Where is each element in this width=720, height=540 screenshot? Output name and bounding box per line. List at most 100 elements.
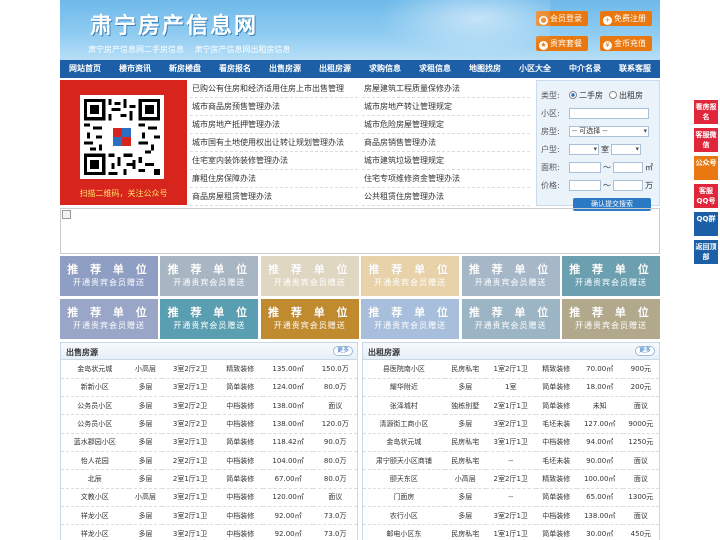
- table-row[interactable]: 金岛状元城 民房私宅 3室1厅1卫 中档装修 94.00㎡ 1250元: [363, 433, 659, 452]
- news-item[interactable]: 房屋建筑工程质量保修办法: [362, 80, 530, 98]
- news-item[interactable]: 住宅专项维修资金管理办法: [362, 170, 530, 188]
- table-row[interactable]: 文教小区 小高层 3室2厅1卫 中档装修 120.00㎡ 面议: [61, 488, 357, 507]
- nav-for-rent[interactable]: 出租房源: [310, 60, 360, 78]
- table-row[interactable]: 邮电小区东 民房私宅 1室1厅1卫 简单装修 30.00㎡ 450元: [363, 524, 659, 540]
- rent-list-header: 出租房源 更多: [363, 343, 659, 360]
- nav-new-homes[interactable]: 新房楼盘: [160, 60, 210, 78]
- layout-select-2[interactable]: [611, 143, 641, 155]
- type-label: 类型:: [541, 90, 560, 100]
- news-item[interactable]: 廉租住房保障办法: [190, 170, 358, 188]
- recommend-slot[interactable]: 推 荐 单 位开通贵宾会员赠送: [60, 256, 158, 296]
- recommend-slot-title: 推 荐 单 位: [167, 263, 252, 276]
- recommend-slot[interactable]: 推 荐 单 位开通贵宾会员赠送: [160, 256, 259, 296]
- news-item[interactable]: 城市危险房屋管理规定: [362, 116, 530, 134]
- table-row[interactable]: 公务员小区 多层 3室2厅2卫 中档装修 138.00㎡ 面议: [61, 396, 357, 416]
- table-row[interactable]: 农行小区 多层 3室2厅1卫 中档装修 138.00㎡ 面议: [363, 506, 659, 526]
- recommend-slot[interactable]: 推 荐 单 位开通贵宾会员赠送: [561, 299, 660, 339]
- recommend-slot[interactable]: 推 荐 单 位开通贵宾会员赠送: [260, 256, 359, 296]
- side-viewing-signup-button[interactable]: 看房报名: [694, 100, 718, 124]
- site-title[interactable]: 肃宁房产信息网: [90, 8, 258, 40]
- table-cell: 30.00㎡: [576, 524, 623, 540]
- side-qq-button[interactable]: 客服QQ号: [694, 184, 718, 208]
- register-button[interactable]: + 免费注册: [600, 11, 652, 26]
- nav-want-buy[interactable]: 求购信息: [360, 60, 410, 78]
- news-item[interactable]: 已购公有住房和经济适用住房上市出售管理: [190, 80, 358, 98]
- table-row[interactable]: 县医院南小区 民房私宅 1室2厅1卫 精致装修 70.00㎡ 900元: [363, 360, 659, 379]
- table-row[interactable]: 怡人花园 多层 2室2厅1卫 中档装修 104.00㎡ 80.0万: [61, 451, 357, 471]
- table-cell: 2室1厅1卫: [162, 469, 218, 489]
- table-row[interactable]: 公务员小区 多层 3室2厅2卫 中档装修 138.00㎡ 120.0万: [61, 414, 357, 434]
- side-back-to-top-button[interactable]: 返回顶部: [694, 240, 718, 264]
- news-item[interactable]: 城市国有土地使用权出让转让规划管理办法: [190, 134, 358, 152]
- area-min-input[interactable]: [569, 161, 601, 173]
- news-item[interactable]: 城市房地产抵押管理办法: [190, 116, 358, 134]
- table-row[interactable]: 北辰 多层 2室1厅1卫 简单装修 67.00㎡ 80.0万: [61, 469, 357, 489]
- recommend-slot[interactable]: 推 荐 单 位开通贵宾会员赠送: [260, 299, 359, 339]
- recommend-slot[interactable]: 推 荐 单 位开通贵宾会员赠送: [461, 256, 560, 296]
- layout-select[interactable]: [569, 143, 599, 155]
- news-item[interactable]: 城市商品房预售管理办法: [190, 98, 358, 116]
- table-row[interactable]: 祥龙小区 多层 3室2厅1卫 中档装修 92.00㎡ 73.0万: [61, 524, 357, 540]
- recommend-slot-subtitle: 开通贵宾会员赠送: [574, 278, 647, 287]
- subtitle-rent[interactable]: 肃宁房产信息网出租房信息: [195, 45, 291, 54]
- table-cell: 1室2厅1卫: [485, 360, 536, 379]
- recommend-slot[interactable]: 推 荐 单 位开通贵宾会员赠送: [461, 299, 560, 339]
- nav-for-sale[interactable]: 出售房源: [260, 60, 310, 78]
- recommend-slot[interactable]: 推 荐 单 位开通贵宾会员赠送: [60, 299, 158, 339]
- radio-rent[interactable]: [609, 91, 617, 99]
- table-cell: 多层: [128, 378, 163, 398]
- coin-icon: ¥: [603, 41, 612, 50]
- news-item[interactable]: 商品房屋租赁管理办法: [190, 188, 358, 206]
- recommend-slot[interactable]: 推 荐 单 位开通贵宾会员赠送: [160, 299, 259, 339]
- house-type-select[interactable]: -- 可选择 --: [569, 125, 649, 137]
- news-item[interactable]: 城市建筑垃圾管理规定: [362, 152, 530, 170]
- table-cell: 65.00㎡: [576, 488, 623, 507]
- side-qq-group-button[interactable]: QQ群: [694, 212, 718, 236]
- table-row[interactable]: 肃宁颐天小区商铺 民房私宅 -- 毛坯未装 90.00㎡ 面议: [363, 451, 659, 471]
- recommend-slot[interactable]: 推 荐 单 位开通贵宾会员赠送: [361, 299, 460, 339]
- recommend-slot[interactable]: 推 荐 单 位开通贵宾会员赠送: [561, 256, 660, 296]
- nav-want-rent[interactable]: 求租信息: [410, 60, 460, 78]
- side-wechat-button[interactable]: 客服微信: [694, 128, 718, 152]
- table-cell: 祥龙小区: [61, 524, 129, 540]
- table-row[interactable]: 蓝水郡园小区 多层 3室2厅1卫 简单装修 118.42㎡ 90.0万: [61, 433, 357, 452]
- price-max-input[interactable]: [613, 179, 643, 191]
- nav-map[interactable]: 地图找房: [460, 60, 510, 78]
- news-item[interactable]: 住宅室内装饰装修管理办法: [190, 152, 358, 170]
- subtitle-sale[interactable]: 肃宁房产信息网二手房信息: [88, 45, 184, 54]
- table-row[interactable]: 耀华附近 多层 1室 简单装修 18.00㎡ 200元: [363, 378, 659, 398]
- table-row[interactable]: 祥龙小区 多层 3室2厅1卫 中档装修 92.00㎡ 73.0万: [61, 506, 357, 526]
- news-item[interactable]: 公共租赁住房管理办法: [362, 188, 530, 206]
- table-row[interactable]: 门面房 多层 -- 简单装修 65.00㎡ 1300元: [363, 488, 659, 507]
- table-row[interactable]: 金岛状元城 小高层 3室2厅2卫 精致装修 135.00㎡ 150.0万: [61, 360, 357, 379]
- table-row[interactable]: 颐天东区 小高层 2室2厅1卫 精致装修 100.00㎡ 面议: [363, 469, 659, 489]
- table-cell: 面议: [622, 451, 659, 471]
- table-cell: 多层: [128, 524, 163, 540]
- table-cell: 金岛状元城: [363, 433, 445, 452]
- sale-more-button[interactable]: 更多: [332, 346, 353, 356]
- nav-communities[interactable]: 小区大全: [510, 60, 560, 78]
- coin-recharge-button[interactable]: ¥ 金币充值: [600, 36, 652, 51]
- news-item[interactable]: 商品房销售管理办法: [362, 134, 530, 152]
- vip-package-button[interactable]: ★ 贵宾套餐: [536, 36, 588, 51]
- news-item[interactable]: 城市房地产转让管理规定: [362, 98, 530, 116]
- side-official-account-button[interactable]: 公众号: [694, 156, 718, 180]
- nav-home[interactable]: 网站首页: [60, 60, 110, 78]
- rent-more-button[interactable]: 更多: [634, 346, 655, 356]
- nav-support[interactable]: 联系客服: [610, 60, 660, 78]
- table-row[interactable]: 张泽城村 独栋别墅 2室1厅1卫 简单装修 未知 面议: [363, 396, 659, 416]
- layout-label: 户型:: [541, 144, 560, 154]
- banner-placeholder[interactable]: [60, 208, 660, 254]
- nav-news[interactable]: 楼市资讯: [110, 60, 160, 78]
- table-row[interactable]: 新新小区 多层 3室2厅1卫 简单装修 124.00㎡ 80.0万: [61, 378, 357, 398]
- nav-agents[interactable]: 中介名录: [560, 60, 610, 78]
- table-cell: 138.00㎡: [262, 396, 314, 416]
- community-input[interactable]: [569, 107, 649, 119]
- table-row[interactable]: 清源街工商小区 多层 3室2厅1卫 毛坯未装 127.00㎡ 9000元: [363, 414, 659, 434]
- nav-viewing-signup[interactable]: 看房报名: [210, 60, 260, 78]
- recommend-slot[interactable]: 推 荐 单 位开通贵宾会员赠送: [361, 256, 460, 296]
- login-button[interactable]: ● 会员登录: [536, 11, 588, 26]
- area-max-input[interactable]: [613, 161, 643, 173]
- radio-sale[interactable]: [569, 91, 577, 99]
- price-min-input[interactable]: [569, 179, 601, 191]
